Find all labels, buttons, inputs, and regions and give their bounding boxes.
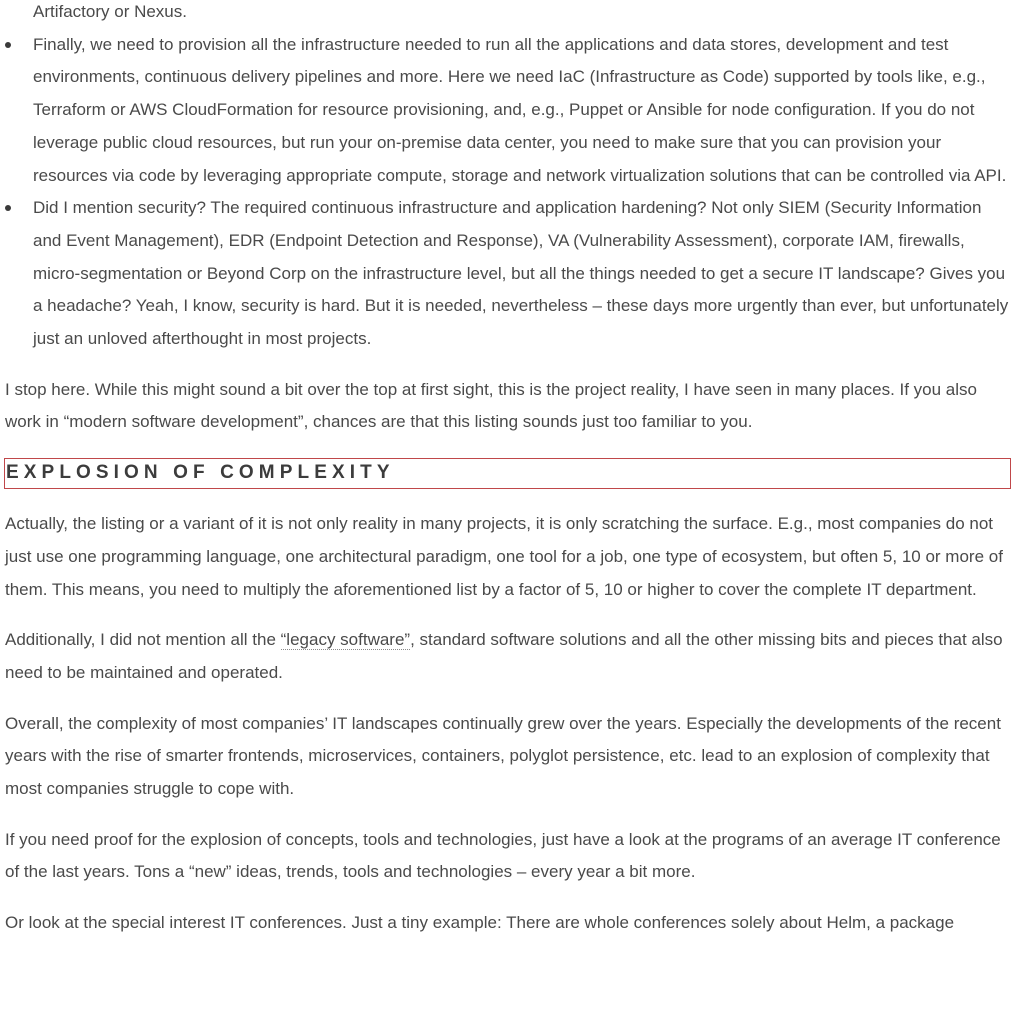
paragraph-special-interest: Or look at the special interest IT confe… bbox=[5, 913, 955, 933]
paragraph-additionally: Additionally, I did not mention all the … bbox=[5, 624, 1011, 689]
list-item: Did I mention security? The required con… bbox=[5, 192, 1011, 356]
bullet-icon bbox=[5, 205, 11, 212]
paragraph-actually: Actually, the listing or a variant of it… bbox=[5, 514, 1003, 599]
bullet-icon bbox=[5, 41, 11, 48]
paragraph-proof: If you need proof for the explosion of c… bbox=[5, 829, 1001, 882]
section-heading: EXPLOSION OF COMPLEXITY bbox=[6, 462, 395, 484]
list-item-text: Did I mention security? The required con… bbox=[33, 198, 1009, 349]
list-item: Finally, we need to provision all the in… bbox=[5, 29, 1011, 193]
legacy-software-link[interactable]: “legacy software” bbox=[280, 630, 411, 651]
section-heading-box: EXPLOSION OF COMPLEXITY bbox=[4, 458, 1011, 490]
list-item-text: Finally, we need to provision all the in… bbox=[33, 34, 1007, 185]
article-body: Artifactory or Nexus. Finally, we need t… bbox=[4, 0, 1011, 940]
list-continuation-text: Artifactory or Nexus. bbox=[33, 2, 187, 21]
paragraph-text: Additionally, I did not mention all the bbox=[5, 630, 281, 650]
bullet-list: Finally, we need to provision all the in… bbox=[5, 29, 1011, 356]
paragraph-overall: Overall, the complexity of most companie… bbox=[5, 713, 1001, 799]
paragraph-stop-here: I stop here. While this might sound a bi… bbox=[5, 379, 977, 432]
